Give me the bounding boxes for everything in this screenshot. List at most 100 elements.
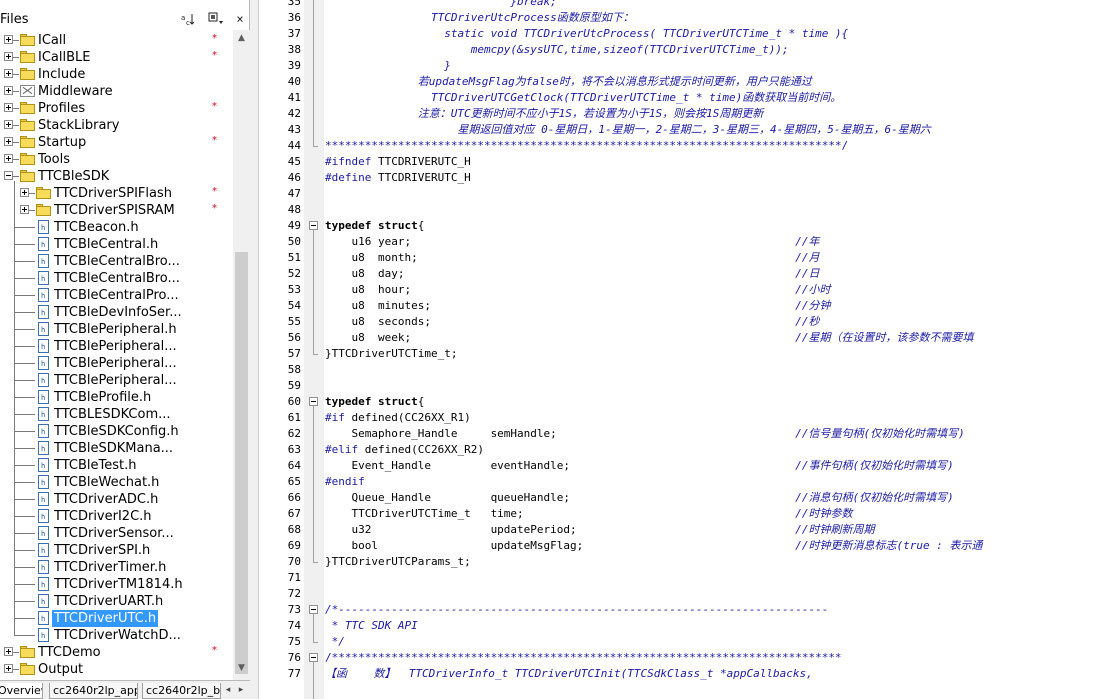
tab-cc2640r2lp-app[interactable]: cc2640r2lp_app bbox=[49, 683, 138, 699]
code-line[interactable]: typedef struct{ bbox=[325, 394, 424, 410]
tab-scroll-left-icon[interactable]: ◂ bbox=[222, 684, 234, 697]
fold-toggle-icon[interactable] bbox=[309, 221, 318, 230]
code-line[interactable]: 星期返回值对应 0-星期日，1-星期一，2-星期二，3-星期三，4-星期四，5-… bbox=[325, 122, 930, 138]
tree-file-item[interactable]: h TTCDriverI2C.h bbox=[0, 508, 232, 525]
expand-icon[interactable] bbox=[4, 120, 13, 129]
scroll-up-icon[interactable]: ▲ bbox=[233, 30, 250, 46]
tree-folder-item[interactable]: Output bbox=[0, 661, 232, 678]
tree-folder-item[interactable]: TTCDemo * bbox=[0, 644, 232, 661]
expand-icon[interactable] bbox=[4, 69, 13, 78]
tree-file-item[interactable]: h TTCBleWechat.h bbox=[0, 474, 232, 491]
tree-folder-item[interactable]: Startup * bbox=[0, 134, 232, 151]
code-line[interactable]: #ifndef TTCDRIVERUTC_H bbox=[325, 154, 471, 170]
code-line[interactable]: Semaphore_Handle semHandle; //信号量句柄(仅初始化… bbox=[325, 426, 964, 442]
tree-file-item[interactable]: h TTCBleCentralPro... bbox=[0, 287, 232, 304]
expand-icon[interactable] bbox=[4, 664, 13, 673]
tab-cc2640r2lp-bi[interactable]: cc2640r2lp_bi bbox=[142, 683, 221, 699]
code-line[interactable]: /***************************************… bbox=[325, 650, 842, 666]
code-line[interactable]: }TTCDriverUTCTime_t; bbox=[325, 346, 457, 362]
code-line[interactable]: TTCDriverUtcProcess函数原型如下： bbox=[325, 10, 634, 26]
code-line[interactable]: #define TTCDRIVERUTC_H bbox=[325, 170, 471, 186]
tree-file-item[interactable]: h TTCBlePeripheral.h bbox=[0, 321, 232, 338]
expand-icon[interactable] bbox=[4, 52, 13, 61]
code-line[interactable]: #if defined(CC26XX_R1) bbox=[325, 410, 471, 426]
tree-file-item[interactable]: h TTCBlePeripheral... bbox=[0, 338, 232, 355]
code-line[interactable]: TTCDriverUTCTime_t time; //时钟参数 bbox=[325, 506, 852, 522]
options-icon[interactable] bbox=[208, 12, 224, 26]
expand-icon[interactable] bbox=[4, 154, 13, 163]
tree-folder-item[interactable]: ICall * bbox=[0, 32, 232, 49]
code-line[interactable]: u8 minutes; //分钟 bbox=[325, 298, 830, 314]
code-line[interactable]: #elif defined(CC26XX_R2) bbox=[325, 442, 484, 458]
tab-overview[interactable]: Overview bbox=[0, 683, 43, 699]
code-line[interactable]: /*--------------------------------------… bbox=[325, 602, 828, 618]
tree-file-item[interactable]: h TTCBleProfile.h bbox=[0, 389, 232, 406]
expand-icon[interactable] bbox=[4, 647, 13, 656]
fold-toggle-icon[interactable] bbox=[309, 653, 318, 662]
code-line[interactable]: u8 month; //月 bbox=[325, 250, 819, 266]
code-line[interactable]: TTCDriverUTCGetClock(TTCDriverUTCTime_t … bbox=[325, 90, 841, 106]
tree-file-item[interactable]: h TTCDriverTimer.h bbox=[0, 559, 232, 576]
tree-file-item[interactable]: h TTCDriverUTC.h bbox=[0, 610, 232, 627]
code-line[interactable]: static void TTCDriverUtcProcess( TTCDriv… bbox=[325, 26, 848, 42]
tree-file-item[interactable]: h TTCDriverSPI.h bbox=[0, 542, 232, 559]
tree-file-item[interactable]: h TTCBlePeripheral... bbox=[0, 355, 232, 372]
expand-icon[interactable] bbox=[4, 35, 13, 44]
fold-toggle-icon[interactable] bbox=[309, 605, 318, 614]
panel-splitter[interactable] bbox=[250, 0, 259, 699]
tree-file-item[interactable]: h TTCBleCentralBro... bbox=[0, 270, 232, 287]
tree-folder-item[interactable]: Include bbox=[0, 66, 232, 83]
code-editor[interactable]: 35 36 37 38 39 40 41 42 43 44 45 46 47 48 49 50 51 52 53 54… bbox=[259, 0, 1112, 699]
sort-icon[interactable]: ac bbox=[181, 12, 197, 27]
code-line[interactable]: memcpy(&sysUTC,time,sizeof(TTCDriverUTCT… bbox=[325, 42, 789, 58]
code-line[interactable]: 注意：UTC更新时间不应小于1S，若设置为小于1S，则会按1S周期更新 bbox=[325, 106, 764, 122]
code-line[interactable]: 若updateMsgFlag为false时，将不会以消息形式提示时间更新，用户只… bbox=[325, 74, 812, 90]
tab-scroll-right-icon[interactable]: ▸ bbox=[235, 684, 247, 697]
code-line[interactable]: u16 year; //年 bbox=[325, 234, 819, 250]
tree-file-item[interactable]: h TTCBleDevInfoSer... bbox=[0, 304, 232, 321]
tree-folder-item[interactable]: Middleware bbox=[0, 83, 232, 100]
scroll-down-icon[interactable]: ▼ bbox=[233, 660, 250, 676]
expand-icon[interactable] bbox=[4, 86, 13, 95]
fold-toggle-icon[interactable] bbox=[309, 397, 318, 406]
expand-icon[interactable] bbox=[20, 188, 29, 197]
tree-folder-item[interactable]: StackLibrary bbox=[0, 117, 232, 134]
code-line[interactable]: #endif bbox=[325, 474, 365, 490]
tree-file-item[interactable]: h TTCDriverUART.h bbox=[0, 593, 232, 610]
code-line[interactable]: Event_Handle eventHandle; //事件句柄(仅初始化时需填… bbox=[325, 458, 953, 474]
tree-file-item[interactable]: h TTCDriverADC.h bbox=[0, 491, 232, 508]
scrollbar-thumb[interactable] bbox=[235, 252, 248, 674]
tree-file-item[interactable]: h TTCDriverWatchD... bbox=[0, 627, 232, 644]
code-line[interactable]: 【函 数】 TTCDriverInfo_t TTCDriverUTCInit(T… bbox=[325, 666, 813, 682]
tree-file-item[interactable]: h TTCBeacon.h bbox=[0, 219, 232, 236]
code-line[interactable]: */ bbox=[325, 634, 345, 650]
vertical-scrollbar[interactable]: ▲ ▼ bbox=[233, 30, 250, 680]
tree-file-item[interactable]: h TTCBleSDKConfig.h bbox=[0, 423, 232, 440]
tree-folder-item[interactable]: TTCBleSDK bbox=[0, 168, 232, 185]
tree-folder-item[interactable]: Tools bbox=[0, 151, 232, 168]
code-line[interactable]: u8 week; //星期（在设置时，该参数不需要填 bbox=[325, 330, 973, 346]
close-icon[interactable]: × bbox=[232, 12, 248, 26]
code-line[interactable]: }break; bbox=[325, 0, 556, 10]
code-line[interactable]: }TTCDriverUTCParams_t; bbox=[325, 554, 471, 570]
code-line[interactable]: * TTC SDK API bbox=[325, 618, 418, 634]
tree-file-item[interactable]: h TTCBleCentral.h bbox=[0, 236, 232, 253]
code-area[interactable]: }break; TTCDriverUtcProcess函数原型如下： stati… bbox=[325, 0, 1112, 699]
tree-file-item[interactable]: h TTCDriverSensor... bbox=[0, 525, 232, 542]
tree-file-item[interactable]: h TTCBlePeripheral... bbox=[0, 372, 232, 389]
tree-folder-item[interactable]: TTCDriverSPISRAM * bbox=[0, 202, 232, 219]
code-line[interactable]: } bbox=[325, 58, 451, 74]
expand-icon[interactable] bbox=[20, 205, 29, 214]
tree-file-item[interactable]: h TTCBLESDKCom... bbox=[0, 406, 232, 423]
code-line[interactable]: bool updateMsgFlag; //时钟更新消息标志(true : 表示… bbox=[325, 538, 982, 554]
tree-folder-item[interactable]: ICallBLE * bbox=[0, 49, 232, 66]
tree-file-item[interactable]: h TTCBleSDKMana... bbox=[0, 440, 232, 457]
code-line[interactable]: ****************************************… bbox=[325, 138, 848, 154]
code-line[interactable]: u8 seconds; //秒 bbox=[325, 314, 819, 330]
tree-file-item[interactable]: h TTCBleTest.h bbox=[0, 457, 232, 474]
tree-file-item[interactable]: h TTCBleCentralBro... bbox=[0, 253, 232, 270]
code-line[interactable]: u32 updatePeriod; //时钟刷新周期 bbox=[325, 522, 874, 538]
collapse-icon[interactable] bbox=[4, 171, 13, 180]
code-line[interactable]: typedef struct{ bbox=[325, 218, 424, 234]
expand-icon[interactable] bbox=[4, 103, 13, 112]
